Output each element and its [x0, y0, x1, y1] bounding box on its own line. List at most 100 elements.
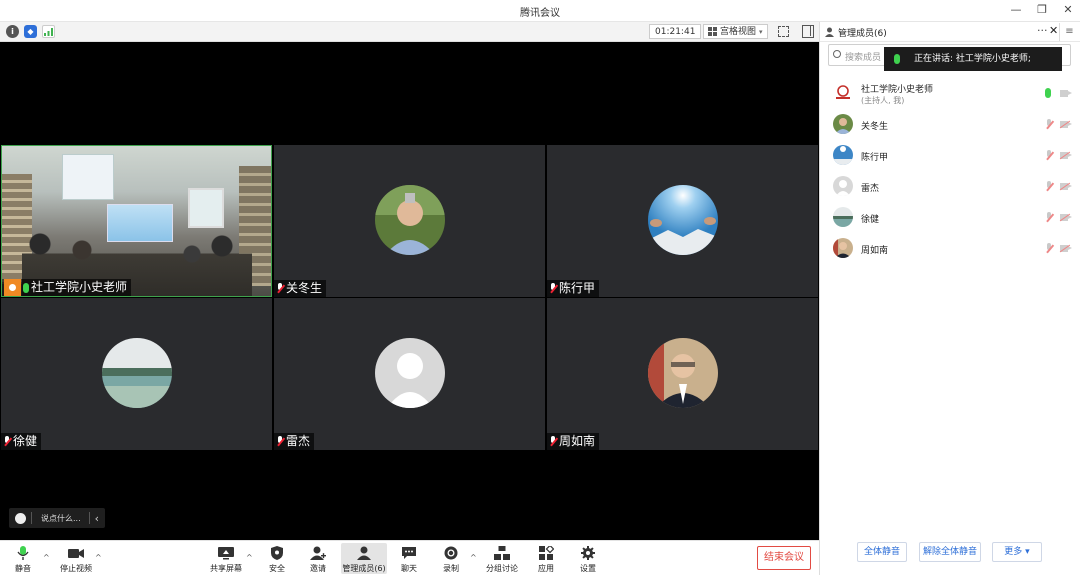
participant-item[interactable]: 徐健 — [820, 202, 1080, 233]
video-options-caret[interactable]: ^ — [95, 553, 102, 562]
video-tile-host[interactable]: 社工学院小史老师 — [1, 145, 272, 297]
participant-item[interactable]: 社工学院小史老师 (主持人, 我) — [820, 78, 1080, 109]
apps-button[interactable]: 应用 — [537, 543, 555, 574]
participant-item[interactable]: 周如南 — [820, 233, 1080, 264]
camera-off-icon[interactable] — [1060, 121, 1072, 128]
grid-icon — [708, 27, 717, 36]
panel-header: 管理成员(6) ··· ✕ ≡ — [820, 22, 1080, 42]
video-tile[interactable]: 陈行甲 — [547, 145, 818, 297]
avatar — [833, 83, 853, 103]
camera-icon[interactable] — [1060, 90, 1072, 97]
close-panel-icon[interactable]: ✕ — [1049, 24, 1058, 37]
avatar — [833, 207, 853, 227]
record-options-caret[interactable]: ^ — [470, 553, 477, 562]
participant-item[interactable]: 关冬生 — [820, 109, 1080, 140]
avatar — [647, 185, 718, 255]
video-tile[interactable]: 徐健 — [1, 298, 272, 450]
record-icon — [443, 546, 459, 560]
participant-list: 社工学院小史老师 (主持人, 我) 关冬生 陈行甲 雷杰 徐健 周如南 — [820, 78, 1080, 264]
window-title: 腾讯会议 — [520, 8, 560, 19]
view-mode-dropdown[interactable]: 宫格视图 ▾ — [703, 24, 768, 39]
chat-input[interactable]: 说点什么... ‹ — [9, 508, 105, 528]
mic-muted-icon — [276, 436, 284, 447]
add-user-icon — [310, 546, 326, 560]
share-screen-button[interactable]: 共享屏幕 — [210, 543, 242, 574]
participant-item[interactable]: 陈行甲 — [820, 140, 1080, 171]
share-options-caret[interactable]: ^ — [246, 553, 253, 562]
mic-muted-icon[interactable] — [1045, 119, 1053, 130]
tile-nametag: 关冬生 — [274, 280, 327, 297]
chat-icon — [401, 546, 417, 560]
camera-off-icon[interactable] — [1060, 152, 1072, 159]
tile-name: 社工学院小史老师 — [31, 280, 128, 294]
video-tile[interactable]: 关冬生 — [274, 145, 545, 297]
chat-button[interactable]: 聊天 — [399, 543, 419, 574]
mute-button[interactable]: 静音 — [10, 543, 36, 574]
tile-nametag: 雷杰 — [274, 433, 315, 450]
mic-muted-icon — [549, 436, 557, 447]
mic-muted-icon[interactable] — [1045, 212, 1053, 223]
mic-on-icon — [894, 54, 900, 64]
breakout-icon — [494, 546, 510, 560]
mute-all-button[interactable]: 全体静音 — [857, 542, 907, 562]
camera-off-icon[interactable] — [1060, 214, 1072, 221]
members-icon — [825, 27, 834, 37]
record-button[interactable]: 录制 — [440, 543, 462, 574]
avatar — [374, 185, 445, 255]
panel-title: 管理成员(6) — [838, 29, 887, 39]
window-controls: — ❐ ✕ — [1010, 3, 1074, 16]
tile-nametag: 徐健 — [1, 433, 42, 450]
signal-icon[interactable] — [42, 25, 55, 38]
minimize-button[interactable]: — — [1010, 3, 1022, 16]
members-icon — [356, 546, 372, 560]
unmute-all-button[interactable]: 解除全体静音 — [919, 542, 981, 562]
share-screen-icon — [218, 546, 234, 560]
menu-icon[interactable]: ≡ — [1059, 23, 1079, 41]
mic-muted-icon — [549, 283, 557, 294]
more-options-icon[interactable]: ··· — [1037, 24, 1048, 37]
settings-button[interactable]: 设置 — [578, 543, 598, 574]
search-placeholder: 搜索成员 — [845, 53, 882, 63]
tile-name: 雷杰 — [286, 434, 311, 448]
restore-button[interactable]: ❐ — [1036, 3, 1048, 16]
info-icon[interactable]: i — [6, 25, 19, 38]
avatar — [647, 338, 718, 408]
camera-icon — [68, 546, 84, 560]
tile-name: 徐健 — [13, 434, 38, 448]
more-button[interactable]: 更多 ▾ — [992, 542, 1042, 562]
collapse-chat-icon[interactable]: ‹ — [95, 512, 99, 525]
shield-icon[interactable]: ◆ — [24, 25, 37, 38]
avatar — [101, 338, 172, 408]
members-panel: 管理成员(6) ··· ✕ ≡ 搜索成员 正在讲话: 社工学院小史老师; 社工学… — [819, 22, 1080, 575]
gear-icon — [580, 546, 596, 560]
window-close-button[interactable]: ✕ — [1062, 3, 1074, 16]
panel-actions: 全体静音 解除全体静音 更多 ▾ — [820, 542, 1080, 564]
avatar — [833, 114, 853, 134]
mic-options-caret[interactable]: ^ — [43, 553, 50, 562]
microphone-icon — [15, 546, 31, 560]
emoji-icon[interactable] — [15, 512, 26, 524]
mic-muted-icon[interactable] — [1045, 243, 1053, 254]
mic-muted-icon — [3, 436, 11, 447]
end-meeting-button[interactable]: 结束会议 — [757, 546, 811, 570]
mic-muted-icon[interactable] — [1045, 181, 1053, 192]
participant-item[interactable]: 雷杰 — [820, 171, 1080, 202]
video-tile[interactable]: 周如南 — [547, 298, 818, 450]
fullscreen-icon[interactable] — [778, 26, 789, 37]
tile-nametag: 陈行甲 — [547, 280, 600, 297]
chevron-down-icon: ▾ — [759, 27, 763, 36]
avatar — [833, 145, 853, 165]
mic-muted-icon[interactable] — [1045, 150, 1053, 161]
invite-button[interactable]: 邀请 — [307, 543, 329, 574]
security-button[interactable]: 安全 — [266, 543, 288, 574]
mic-on-icon[interactable] — [1045, 88, 1051, 98]
stop-video-button[interactable]: 停止视频 — [58, 543, 94, 574]
speaking-indicator: 正在讲话: 社工学院小史老师; — [884, 47, 1062, 71]
camera-off-icon[interactable] — [1060, 245, 1072, 252]
mic-on-icon — [23, 282, 29, 293]
sidebar-toggle-icon[interactable] — [802, 25, 814, 38]
breakout-rooms-button[interactable]: 分组讨论 — [486, 543, 518, 574]
video-tile[interactable]: 雷杰 — [274, 298, 545, 450]
camera-off-icon[interactable] — [1060, 183, 1072, 190]
manage-members-button[interactable]: 管理成员(6) — [341, 543, 387, 574]
